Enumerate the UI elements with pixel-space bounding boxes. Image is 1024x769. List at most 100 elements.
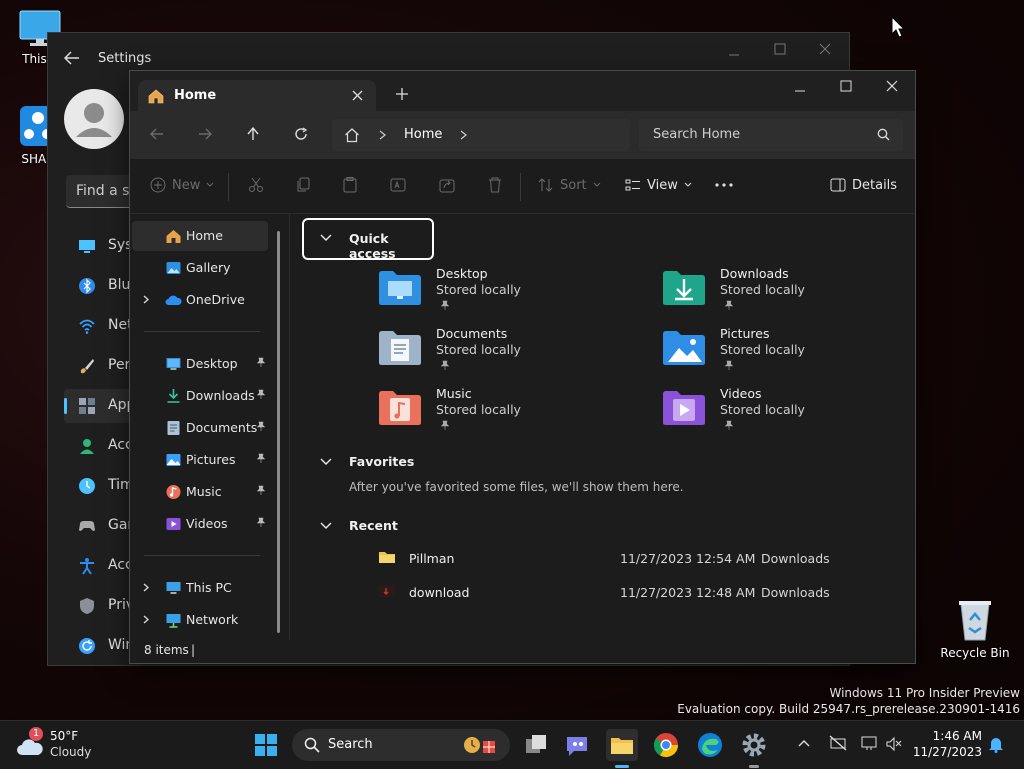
file-explorer-taskbar-button[interactable] bbox=[606, 729, 638, 768]
pin-icon bbox=[440, 360, 450, 370]
nav-item-documents[interactable]: Documents bbox=[132, 413, 268, 443]
settings-nav-item[interactable]: Priv bbox=[64, 589, 134, 623]
new-button[interactable]: New bbox=[150, 173, 214, 197]
update-icon bbox=[78, 637, 96, 655]
address-bar-row: Home Search Home bbox=[130, 111, 915, 159]
settings-nav-item[interactable]: Win bbox=[64, 629, 134, 663]
settings-nav-item[interactable]: Blue bbox=[64, 269, 139, 303]
back-button[interactable] bbox=[150, 128, 164, 140]
breadcrumb[interactable]: Home bbox=[404, 127, 442, 142]
quick-access-item-downloads[interactable]: Downloads Stored locally bbox=[662, 266, 902, 322]
network-icon bbox=[165, 612, 182, 628]
file-explorer-window[interactable]: Home Home Search Home New Sort View Deta… bbox=[129, 70, 916, 664]
quick-access-item-pictures[interactable]: Pictures Stored locally bbox=[662, 326, 902, 382]
view-button[interactable]: View bbox=[625, 173, 692, 197]
avatar[interactable] bbox=[64, 89, 124, 149]
up-button[interactable] bbox=[247, 127, 259, 141]
chevron-right-icon[interactable] bbox=[143, 583, 149, 592]
search-input[interactable]: Search Home bbox=[639, 119, 903, 151]
new-tab-button[interactable] bbox=[396, 88, 408, 100]
delete-button[interactable] bbox=[487, 173, 503, 197]
recent-header[interactable]: Recent bbox=[318, 518, 518, 538]
weather-widget[interactable]: 1 50°F Cloudy bbox=[16, 727, 126, 763]
minimize-button[interactable] bbox=[728, 49, 740, 61]
maximize-button[interactable] bbox=[840, 80, 852, 92]
settings-taskbar-button[interactable] bbox=[738, 729, 770, 768]
tab-home[interactable]: Home bbox=[138, 80, 376, 111]
settings-nav-item[interactable]: Syst bbox=[64, 229, 138, 263]
scissors-icon bbox=[249, 177, 263, 192]
onedrive-icon bbox=[165, 292, 182, 308]
table-row[interactable]: download 11/27/2023 12:48 AM Downloads bbox=[290, 580, 910, 606]
paste-button[interactable] bbox=[342, 173, 358, 197]
start-button[interactable] bbox=[250, 729, 282, 761]
brush-icon bbox=[78, 357, 96, 375]
details-button[interactable]: Details bbox=[830, 173, 897, 197]
tray-app-icon[interactable] bbox=[829, 735, 847, 751]
chevron-right-icon[interactable] bbox=[460, 130, 467, 140]
recycle-bin-icon bbox=[957, 598, 993, 642]
nav-item-desktop[interactable]: Desktop bbox=[132, 349, 268, 379]
quick-access-header[interactable]: Quick access bbox=[302, 218, 434, 261]
quick-access-item-desktop[interactable]: Desktop Stored locally bbox=[378, 266, 618, 322]
show-hidden-icons-button[interactable] bbox=[798, 739, 810, 747]
nav-item-music[interactable]: Music bbox=[132, 477, 268, 507]
copy-icon bbox=[297, 177, 310, 192]
nav-item-this-pc[interactable]: This PC bbox=[132, 573, 268, 603]
bluetooth-icon bbox=[78, 277, 96, 295]
share-button[interactable] bbox=[439, 173, 455, 197]
refresh-button[interactable] bbox=[294, 127, 308, 141]
maximize-button[interactable] bbox=[774, 43, 786, 55]
address-input[interactable]: Home bbox=[332, 119, 630, 151]
nav-item-home[interactable]: Home bbox=[132, 221, 268, 251]
favorites-header[interactable]: Favorites bbox=[318, 454, 518, 474]
nav-scrollbar[interactable] bbox=[277, 231, 280, 633]
more-options-button[interactable] bbox=[715, 173, 733, 197]
settings-nav-item[interactable]: Net bbox=[64, 309, 134, 343]
task-view-button[interactable] bbox=[520, 729, 552, 761]
forward-button[interactable] bbox=[198, 128, 212, 140]
chevron-right-icon[interactable] bbox=[143, 295, 149, 304]
videos-icon bbox=[165, 516, 182, 532]
teams-chat-button[interactable] bbox=[562, 729, 594, 761]
settings-nav-item[interactable]: Acc bbox=[64, 429, 134, 463]
quick-access-item-music[interactable]: Music Stored locally bbox=[378, 386, 618, 442]
settings-nav-item[interactable]: Pers bbox=[64, 349, 138, 383]
nav-item-videos[interactable]: Videos bbox=[132, 509, 268, 539]
back-arrow-icon[interactable] bbox=[64, 51, 80, 65]
network-tray-icon[interactable] bbox=[861, 735, 879, 751]
table-row[interactable]: Pillman 11/27/2023 12:54 AM Downloads bbox=[290, 546, 910, 572]
settings-nav-item[interactable]: Tim bbox=[64, 469, 134, 503]
nav-item-network[interactable]: Network bbox=[132, 605, 268, 635]
settings-search-input[interactable]: Find a se bbox=[66, 175, 138, 208]
clipboard-icon bbox=[343, 177, 357, 193]
windows-watermark: Windows 11 Pro Insider Preview Evaluatio… bbox=[677, 685, 1020, 717]
copy-button[interactable] bbox=[295, 173, 311, 197]
nav-item-onedrive[interactable]: OneDrive bbox=[132, 285, 268, 315]
chrome-button[interactable] bbox=[650, 729, 682, 761]
settings-nav-item[interactable]: Acc bbox=[64, 549, 134, 583]
settings-nav-item[interactable]: Gar bbox=[64, 509, 134, 543]
close-button[interactable] bbox=[819, 43, 831, 55]
volume-tray-icon[interactable] bbox=[886, 736, 902, 752]
quick-access-item-documents[interactable]: Documents Stored locally bbox=[378, 326, 618, 382]
quick-access-item-videos[interactable]: Videos Stored locally bbox=[662, 386, 902, 442]
pin-icon bbox=[256, 389, 266, 399]
notifications-button[interactable] bbox=[988, 735, 1004, 753]
clock[interactable]: 1:46 AM 11/27/2023 bbox=[910, 728, 982, 760]
documents-icon bbox=[165, 420, 182, 436]
settings-nav-item[interactable]: App bbox=[64, 389, 135, 423]
close-tab-icon[interactable] bbox=[352, 90, 363, 101]
cut-button[interactable] bbox=[248, 173, 264, 197]
sort-button[interactable]: Sort bbox=[538, 173, 601, 197]
close-button[interactable] bbox=[886, 80, 898, 92]
nav-item-pictures[interactable]: Pictures bbox=[132, 445, 268, 475]
desktop-icon-recycle-bin[interactable]: Recycle Bin bbox=[940, 598, 1010, 660]
rename-button[interactable] bbox=[390, 173, 406, 197]
nav-item-gallery[interactable]: Gallery bbox=[132, 253, 268, 283]
nav-item-downloads[interactable]: Downloads bbox=[132, 381, 268, 411]
minimize-button[interactable] bbox=[794, 85, 806, 97]
edge-button[interactable] bbox=[694, 729, 726, 761]
chevron-right-icon[interactable] bbox=[143, 615, 149, 624]
taskbar-search[interactable]: Search bbox=[292, 729, 510, 761]
